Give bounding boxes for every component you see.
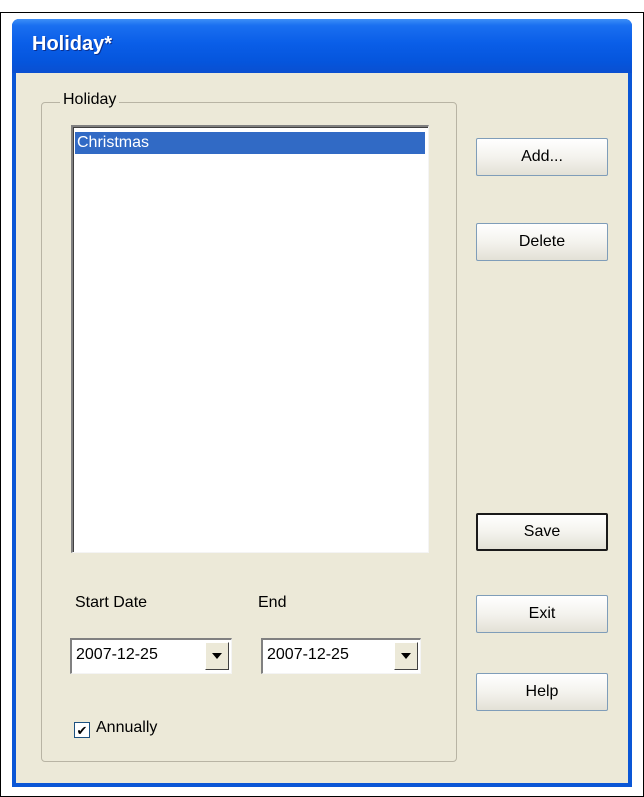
window-title: Holiday* [32,33,113,55]
delete-button[interactable]: Delete [476,223,608,261]
annually-checkbox[interactable]: ✔ [74,722,90,738]
checkmark-icon: ✔ [76,722,88,738]
chevron-down-icon [401,653,411,659]
list-item[interactable]: Christmas [75,132,425,154]
title-bar[interactable]: Holiday* [12,19,632,73]
groupbox-label: Holiday [60,91,120,109]
exit-button[interactable]: Exit [476,595,608,633]
holiday-listbox[interactable]: Christmas [71,125,429,553]
save-button[interactable]: Save [476,513,608,551]
start-date-label: Start Date [75,594,148,611]
annually-label[interactable]: Annually [96,719,157,737]
top-strip [0,0,644,13]
start-date-value: 2007-12-25 [76,646,158,663]
end-date-label: End [258,594,287,611]
add-button[interactable]: Add... [476,138,608,176]
help-button[interactable]: Help [476,673,608,711]
end-date-dropdown-button[interactable] [394,642,418,670]
chevron-down-icon [212,653,222,659]
start-date-dropdown-button[interactable] [205,642,229,670]
start-date-combo[interactable]: 2007-12-25 [70,638,232,674]
end-date-combo[interactable]: 2007-12-25 [261,638,421,674]
end-date-value: 2007-12-25 [267,646,349,663]
